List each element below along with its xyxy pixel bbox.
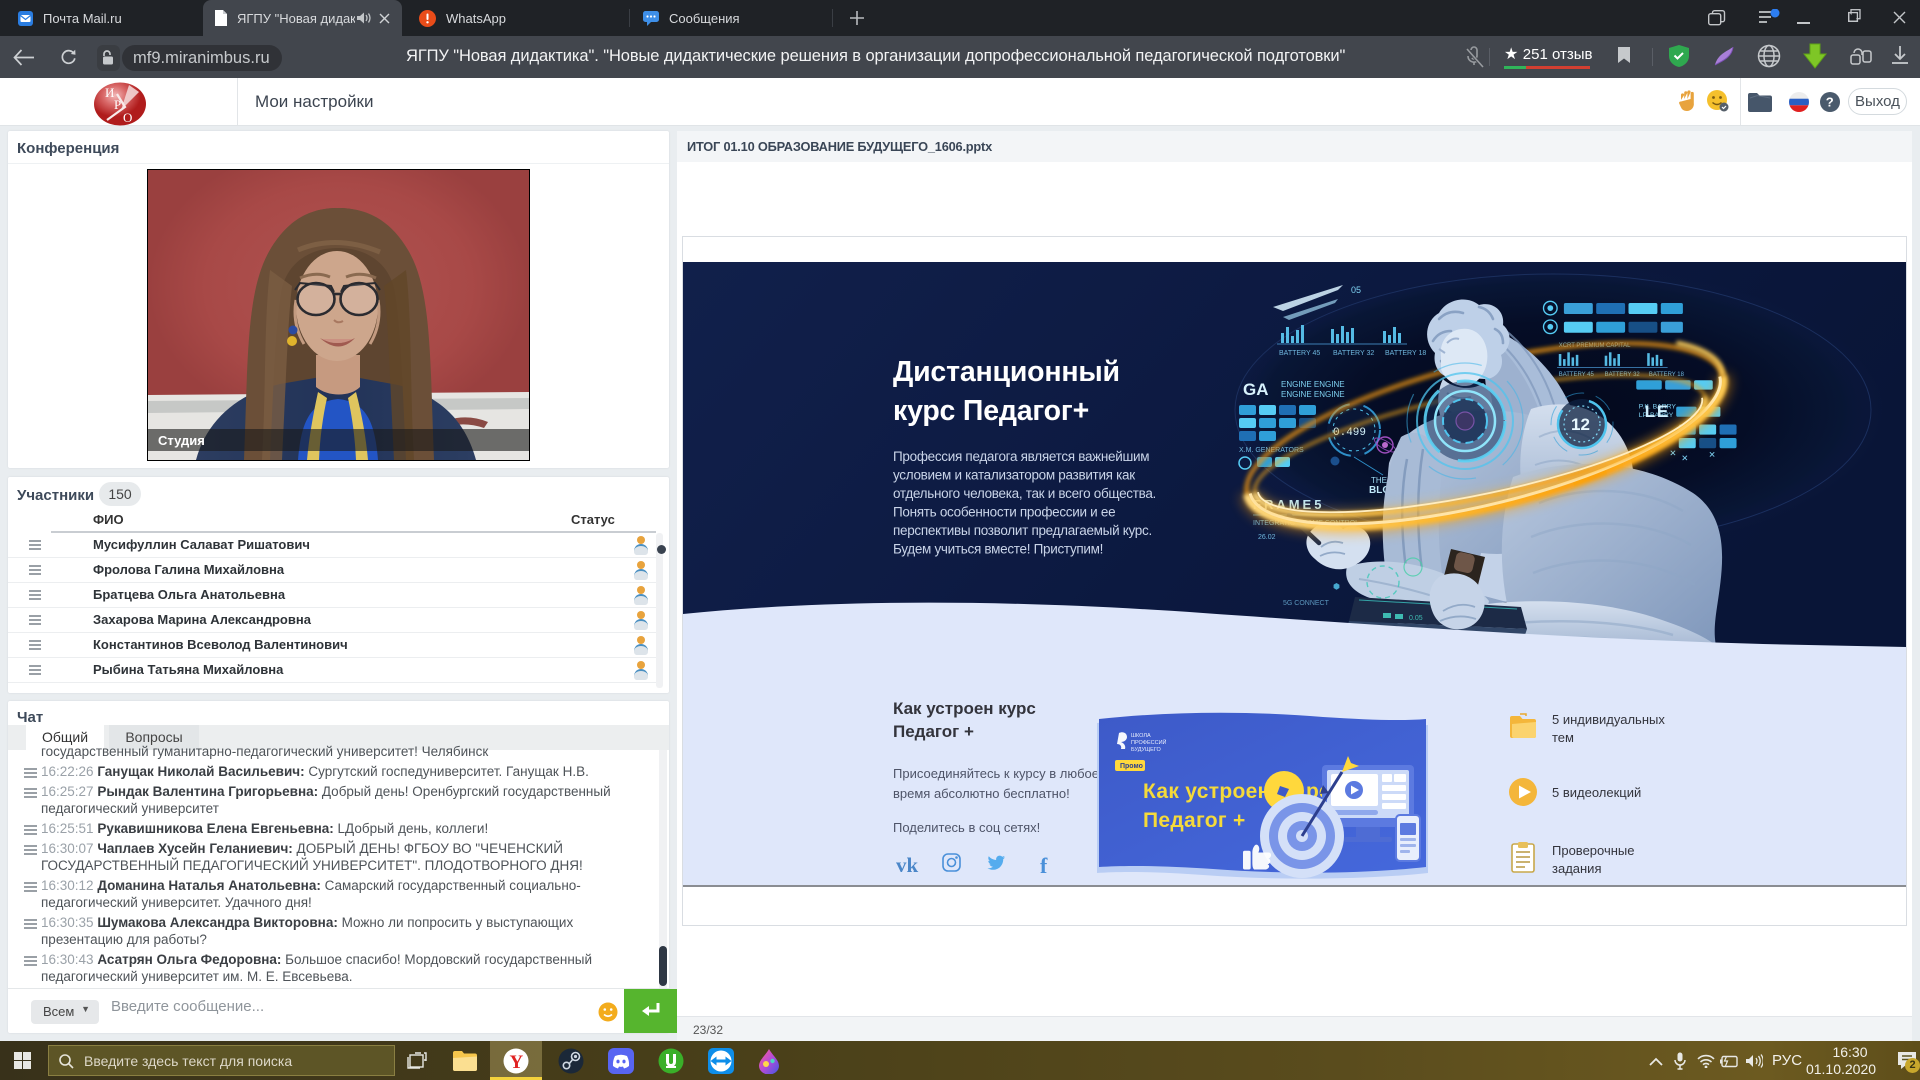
svg-text:Понять особенности профессии и: Понять особенности профессии и ее bbox=[893, 505, 1115, 520]
svg-text:5G CONNECT: 5G CONNECT bbox=[1283, 600, 1330, 607]
svg-text:12: 12 bbox=[1571, 415, 1590, 434]
svg-text:ENGINE ENGINE: ENGINE ENGINE bbox=[1281, 380, 1345, 389]
svg-text:Профессия педагога является ва: Профессия педагога является важнейшим bbox=[893, 449, 1149, 464]
svg-text:тем: тем bbox=[1552, 730, 1574, 745]
svg-text:26.02: 26.02 bbox=[1258, 534, 1276, 541]
svg-text:Дистанционный: Дистанционный bbox=[893, 356, 1120, 388]
svg-text:⬢: ⬢ bbox=[1333, 582, 1340, 591]
svg-text:BATTERY 32: BATTERY 32 bbox=[1333, 350, 1374, 357]
svg-text:ПРОФЕССИЙ: ПРОФЕССИЙ bbox=[1131, 738, 1167, 746]
svg-text:Педагог +: Педагог + bbox=[1143, 809, 1246, 832]
svg-text:LE: LE bbox=[1645, 402, 1670, 421]
svg-text:THE: THE bbox=[1371, 476, 1387, 485]
svg-text:О: О bbox=[123, 110, 132, 125]
svg-text:Студия: Студия bbox=[158, 433, 205, 448]
svg-text:Как устроен: Как устроен bbox=[1143, 780, 1271, 803]
svg-text:Y: Y bbox=[510, 1052, 524, 1073]
svg-text:Р: Р bbox=[114, 97, 121, 112]
svg-text:время абсолютно бесплатно!: время абсолютно бесплатно! bbox=[893, 786, 1070, 801]
svg-text:Будем учиться вместе! Приступи: Будем учиться вместе! Приступим! bbox=[893, 542, 1103, 557]
svg-text:ENGINE ENGINE: ENGINE ENGINE bbox=[1281, 390, 1345, 399]
svg-text:БУДУЩЕГО: БУДУЩЕГО bbox=[1131, 747, 1162, 753]
svg-text:05: 05 bbox=[1351, 285, 1361, 295]
svg-text:BATTERY 45: BATTERY 45 bbox=[1279, 350, 1320, 357]
svg-text:Промо: Промо bbox=[1120, 763, 1143, 770]
svg-text:GA: GA bbox=[1243, 380, 1269, 399]
svg-text:Присоединяйтесь к курсу в любо: Присоединяйтесь к курсу в любое bbox=[893, 766, 1099, 781]
svg-text:Как устроен курс: Как устроен курс bbox=[893, 699, 1036, 718]
svg-text:BATTERY 18: BATTERY 18 bbox=[1385, 350, 1426, 357]
svg-text:перспективы позволит предлагае: перспективы позволит предлагаемый курс. bbox=[893, 523, 1152, 538]
svg-text:✕: ✕ bbox=[1708, 450, 1715, 460]
svg-text:отдельного человека, так и все: отдельного человека, так и всего обществ… bbox=[893, 486, 1156, 501]
svg-text:задания: задания bbox=[1552, 861, 1602, 876]
svg-text:5 индивидуальных: 5 индивидуальных bbox=[1552, 712, 1665, 727]
svg-text:Педагог +: Педагог + bbox=[893, 722, 974, 741]
svg-text:курс Педагог+: курс Педагог+ bbox=[893, 395, 1089, 427]
svg-text:?: ? bbox=[1826, 95, 1834, 110]
svg-text:5 видеолекций: 5 видеолекций bbox=[1552, 785, 1641, 800]
svg-text:ШКОЛА: ШКОЛА bbox=[1131, 733, 1151, 739]
svg-text:Проверочные: Проверочные bbox=[1552, 843, 1635, 858]
svg-text:Поделитесь в соц сетях!: Поделитесь в соц сетях! bbox=[893, 820, 1040, 835]
svg-text:vk: vk bbox=[896, 853, 919, 877]
svg-text:✕: ✕ bbox=[1669, 448, 1676, 458]
svg-text:0.05: 0.05 bbox=[1409, 615, 1423, 622]
svg-text:условием и катализатором разви: условием и катализатором развития как bbox=[893, 468, 1135, 483]
svg-text:f: f bbox=[1040, 853, 1048, 878]
svg-text:✕: ✕ bbox=[1681, 453, 1688, 463]
svg-text:И: И bbox=[105, 85, 114, 100]
